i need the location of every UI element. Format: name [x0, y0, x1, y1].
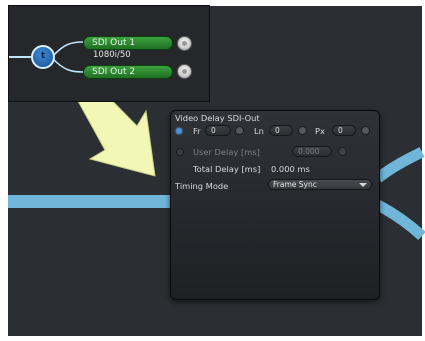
- frames-value: 0: [211, 126, 216, 135]
- user-delay-label: User Delay [ms]: [193, 147, 260, 157]
- user-delay-radio[interactable]: [176, 148, 184, 156]
- routing-node-label: t: [40, 51, 46, 61]
- user-delay-spinner-icon[interactable]: [338, 147, 347, 156]
- screenshot-stage: t SDI Out 1 1080i/50 SDI Out 2 Video Del…: [0, 0, 425, 341]
- panel-title: Video Delay SDI-Out: [175, 113, 260, 123]
- timing-mode-value: Frame Sync: [273, 180, 317, 189]
- chevron-down-icon: [359, 183, 367, 187]
- pixels-spinner-icon[interactable]: [361, 126, 370, 135]
- video-delay-panel: Video Delay SDI-Out Fr 0 Ln 0 Px 0 User …: [170, 110, 380, 300]
- frames-spinner-icon[interactable]: [235, 126, 244, 135]
- frames-field[interactable]: 0: [205, 125, 231, 136]
- sdi-out-1-settings-icon[interactable]: [177, 36, 192, 51]
- lines-spinner-icon[interactable]: [298, 126, 307, 135]
- sdi-out-2-settings-icon[interactable]: [177, 64, 192, 79]
- lines-value: 0: [275, 126, 280, 135]
- total-delay-label: Total Delay [ms]: [193, 164, 261, 174]
- sdi-out-2-pill[interactable]: SDI Out 2: [83, 65, 173, 79]
- lines-field[interactable]: 0: [269, 125, 293, 136]
- sdi-out-1-label: SDI Out 1: [92, 38, 136, 48]
- user-delay-field[interactable]: 0.000: [292, 146, 332, 157]
- input-connection-line: [8, 195, 172, 208]
- output-connection-curve-1: [374, 147, 425, 183]
- pixels-field[interactable]: 0: [332, 125, 356, 136]
- total-delay-value: 0.000 ms: [271, 164, 310, 174]
- routing-node[interactable]: t: [31, 45, 55, 69]
- sdi-out-1-pill[interactable]: SDI Out 1: [83, 36, 173, 50]
- sdi-out-1-format: 1080i/50: [93, 50, 131, 60]
- timing-mode-dropdown[interactable]: Frame Sync: [268, 179, 372, 190]
- ln-label: Ln: [254, 126, 264, 136]
- user-delay-value: 0.000: [298, 147, 320, 156]
- fr-label: Fr: [193, 126, 201, 136]
- node-zoom-inset: t SDI Out 1 1080i/50 SDI Out 2: [8, 5, 210, 102]
- output-connection-curve-2: [375, 200, 425, 241]
- timing-mode-label: Timing Mode: [175, 181, 229, 191]
- sdi-out-2-label: SDI Out 2: [92, 67, 136, 77]
- delay-mode-radio-selected[interactable]: [176, 128, 182, 134]
- px-label: Px: [315, 126, 325, 136]
- pixels-value: 0: [338, 126, 343, 135]
